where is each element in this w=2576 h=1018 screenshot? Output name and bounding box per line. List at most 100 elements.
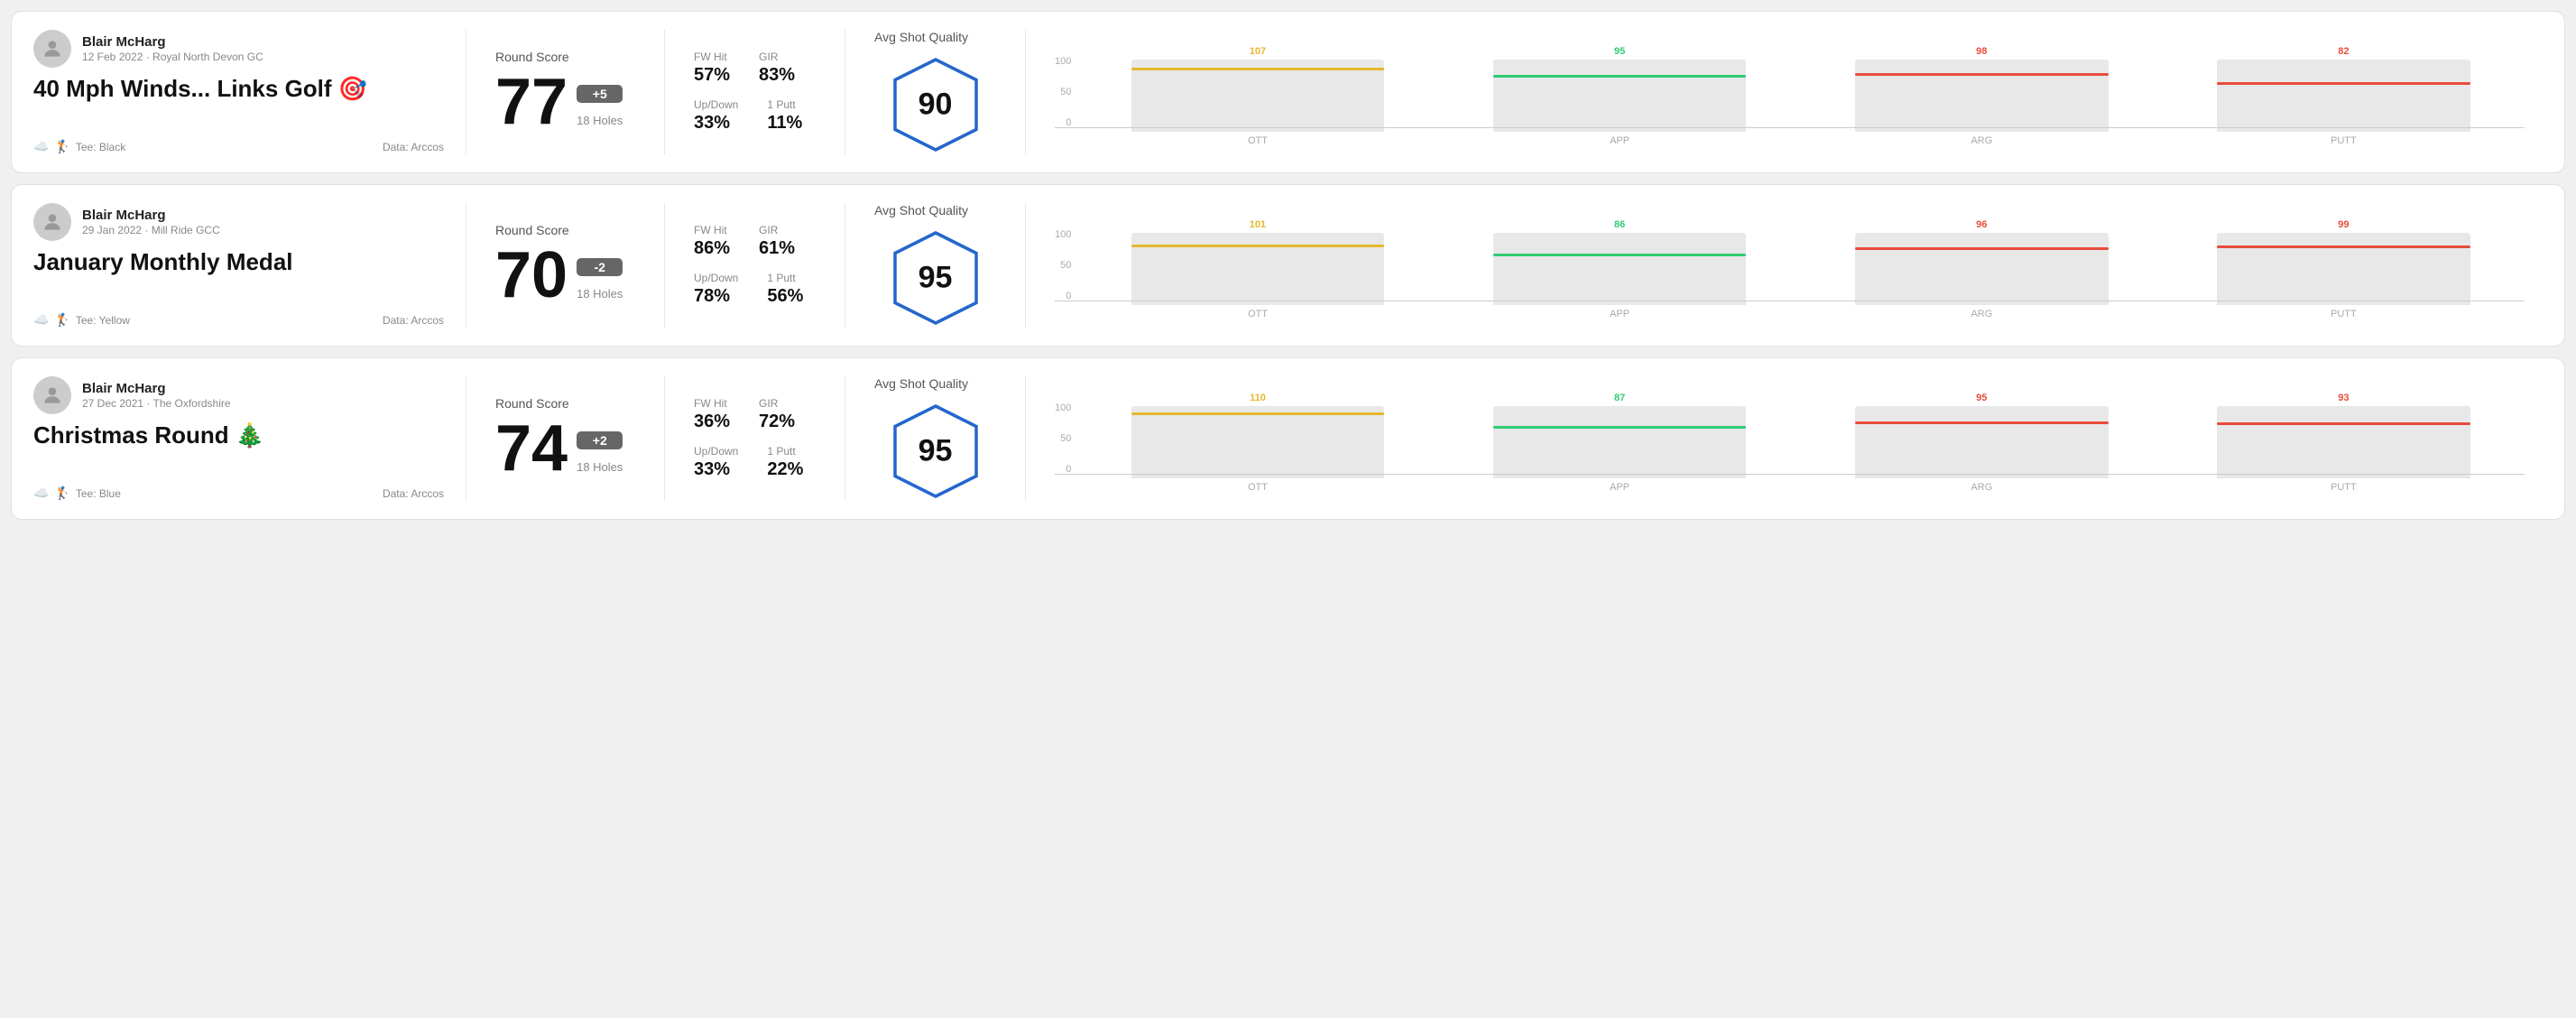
bar-value: 87 (1614, 393, 1625, 403)
score-badge: +2 (577, 431, 623, 449)
avatar (33, 376, 71, 414)
quality-label: Avg Shot Quality (874, 203, 968, 217)
bar-value: 98 (1976, 47, 1987, 57)
bar-group-putt: 99 PUTT (2163, 211, 2525, 319)
quality-score: 90 (919, 88, 953, 123)
gir-label: GIR (759, 397, 795, 410)
oneputt-label: 1 Putt (767, 445, 803, 458)
data-source: Data: Arccos (383, 141, 444, 153)
bar-label: PUTT (2331, 482, 2357, 493)
gir-value: 72% (759, 412, 795, 432)
user-meta: Blair McHarg 12 Feb 2022 · Royal North D… (82, 34, 263, 63)
stat-gir: GIR 83% (759, 51, 795, 86)
score-label: Round Score (495, 396, 635, 411)
quality-score: 95 (919, 261, 953, 296)
data-source: Data: Arccos (383, 314, 444, 327)
bar-group-ott: 101 OTT (1076, 211, 1438, 319)
score-section: Round Score 74 +2 18 Holes (466, 376, 665, 501)
tee-info: ☁️ 🏌️ Tee: Black (33, 139, 125, 154)
score-holes: 18 Holes (577, 114, 623, 127)
stat-fw-hit: FW Hit 86% (694, 224, 730, 259)
fw-hit-label: FW Hit (694, 51, 730, 63)
bar-label: PUTT (2331, 135, 2357, 146)
stat-gir: GIR 72% (759, 397, 795, 432)
stat-fw-hit: FW Hit 36% (694, 397, 730, 432)
stat-gir: GIR 61% (759, 224, 795, 259)
user-info: Blair McHarg 12 Feb 2022 · Royal North D… (33, 30, 444, 68)
bar-group-ott: 110 OTT (1076, 384, 1438, 493)
score-row: 77 +5 18 Holes (495, 69, 635, 134)
updown-value: 33% (694, 459, 738, 480)
left-section: Blair McHarg 12 Feb 2022 · Royal North D… (33, 30, 466, 154)
bar-label: PUTT (2331, 309, 2357, 319)
quality-score: 95 (919, 434, 953, 469)
bar-group-app: 87 APP (1439, 384, 1801, 493)
updown-value: 33% (694, 113, 738, 134)
score-badge: +5 (577, 85, 623, 103)
bar-group-arg: 98 ARG (1801, 38, 2163, 146)
round-card: Blair McHarg 27 Dec 2021 · The Oxfordshi… (11, 357, 2565, 520)
cloud-icon: ☁️ (33, 139, 49, 154)
avatar (33, 203, 71, 241)
user-date: 27 Dec 2021 · The Oxfordshire (82, 397, 231, 410)
bar-value: 99 (2338, 220, 2349, 230)
footer-info: ☁️ 🏌️ Tee: Yellow Data: Arccos (33, 312, 444, 328)
score-section: Round Score 77 +5 18 Holes (466, 30, 665, 154)
score-number: 77 (495, 69, 568, 134)
avatar (33, 30, 71, 68)
tee-info: ☁️ 🏌️ Tee: Yellow (33, 312, 130, 328)
fw-hit-value: 57% (694, 65, 730, 86)
stat-oneputt: 1 Putt 22% (767, 445, 803, 480)
oneputt-value: 22% (767, 459, 803, 480)
round-card: Blair McHarg 12 Feb 2022 · Royal North D… (11, 11, 2565, 173)
gir-value: 61% (759, 238, 795, 259)
left-section: Blair McHarg 29 Jan 2022 · Mill Ride GCC… (33, 203, 466, 328)
user-name: Blair McHarg (82, 381, 231, 396)
bar-label: OTT (1248, 135, 1268, 146)
stat-updown: Up/Down 33% (694, 98, 738, 134)
quality-label: Avg Shot Quality (874, 376, 968, 391)
stats-section: FW Hit 57% GIR 83% Up/Down 33% 1 Putt 11… (665, 30, 845, 154)
oneputt-value: 56% (767, 286, 803, 307)
footer-info: ☁️ 🏌️ Tee: Black Data: Arccos (33, 139, 444, 154)
stats-row-bottom: Up/Down 78% 1 Putt 56% (694, 272, 816, 307)
bar-value: 93 (2338, 393, 2349, 403)
data-source: Data: Arccos (383, 487, 444, 500)
bar-group-ott: 107 OTT (1076, 38, 1438, 146)
bar-value: 110 (1250, 393, 1266, 403)
bar-value: 96 (1976, 220, 1987, 230)
updown-label: Up/Down (694, 98, 738, 111)
bar-group-arg: 96 ARG (1801, 211, 2163, 319)
quality-section: Avg Shot Quality 95 (845, 376, 1026, 501)
user-date: 12 Feb 2022 · Royal North Devon GC (82, 51, 263, 63)
bar-label: APP (1610, 309, 1630, 319)
score-row: 70 -2 18 Holes (495, 243, 635, 308)
score-label: Round Score (495, 50, 635, 64)
stat-fw-hit: FW Hit 57% (694, 51, 730, 86)
fw-hit-label: FW Hit (694, 397, 730, 410)
stats-section: FW Hit 36% GIR 72% Up/Down 33% 1 Putt 22… (665, 376, 845, 501)
bar-label: ARG (1971, 309, 1992, 319)
fw-hit-value: 86% (694, 238, 730, 259)
stats-section: FW Hit 86% GIR 61% Up/Down 78% 1 Putt 56… (665, 203, 845, 328)
stats-row-top: FW Hit 57% GIR 83% (694, 51, 816, 86)
bar-group-arg: 95 ARG (1801, 384, 2163, 493)
stat-updown: Up/Down 78% (694, 272, 738, 307)
stats-row-top: FW Hit 36% GIR 72% (694, 397, 816, 432)
tee-label: Tee: Yellow (76, 314, 130, 327)
stats-row-bottom: Up/Down 33% 1 Putt 22% (694, 445, 816, 480)
bar-label: APP (1610, 482, 1630, 493)
bar-label: OTT (1248, 309, 1268, 319)
user-meta: Blair McHarg 29 Jan 2022 · Mill Ride GCC (82, 208, 220, 236)
stats-row-bottom: Up/Down 33% 1 Putt 11% (694, 98, 816, 134)
user-name: Blair McHarg (82, 208, 220, 223)
bar-value: 101 (1250, 220, 1266, 230)
round-card: Blair McHarg 29 Jan 2022 · Mill Ride GCC… (11, 184, 2565, 347)
fw-hit-label: FW Hit (694, 224, 730, 236)
quality-label: Avg Shot Quality (874, 30, 968, 44)
gir-value: 83% (759, 65, 795, 86)
quality-section: Avg Shot Quality 95 (845, 203, 1026, 328)
updown-value: 78% (694, 286, 738, 307)
stat-oneputt: 1 Putt 56% (767, 272, 803, 307)
user-info: Blair McHarg 29 Jan 2022 · Mill Ride GCC (33, 203, 444, 241)
